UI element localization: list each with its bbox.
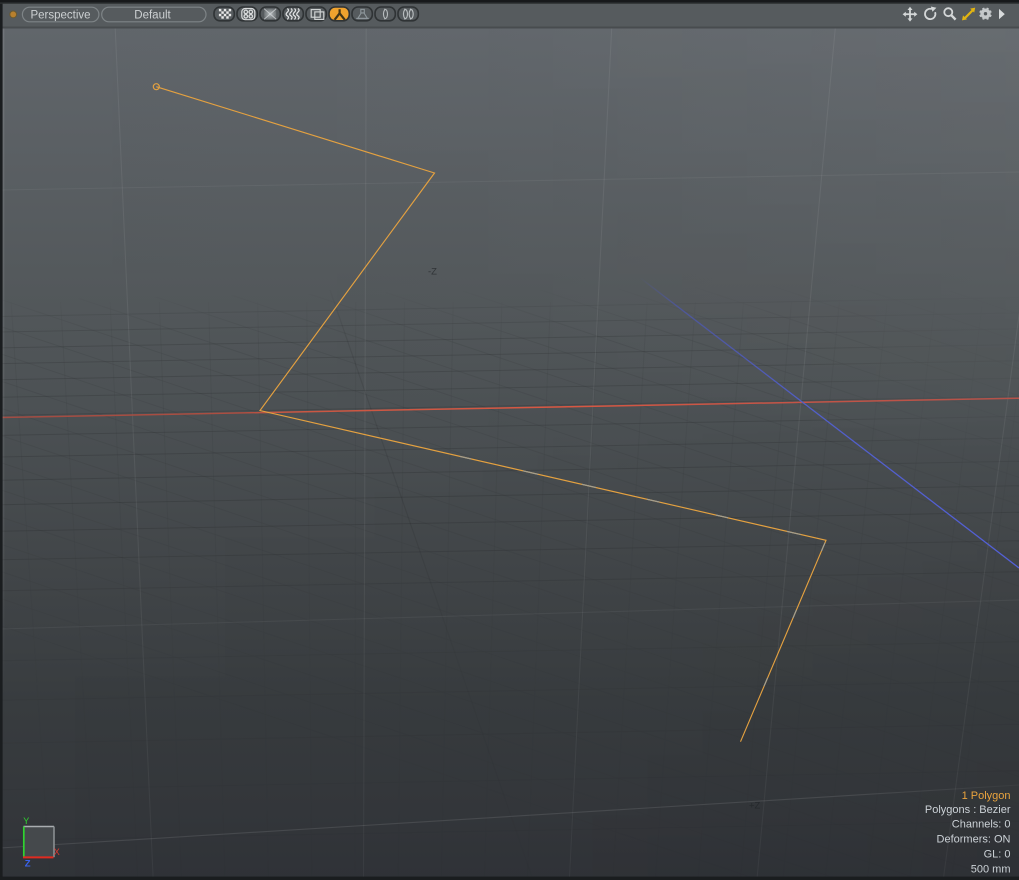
- svg-text:+Z: +Z: [749, 801, 761, 812]
- svg-text:Z: Z: [25, 859, 31, 870]
- svg-text:Channels: 0: Channels: 0: [952, 819, 1011, 831]
- svg-text:500 mm: 500 mm: [971, 863, 1011, 875]
- svg-text:Default: Default: [134, 10, 171, 22]
- svg-text:Polygons : Bezier: Polygons : Bezier: [925, 804, 1011, 816]
- svg-text:-Z: -Z: [428, 267, 437, 278]
- svg-text:Y: Y: [23, 816, 29, 826]
- svg-text:Deformers: ON: Deformers: ON: [937, 834, 1011, 846]
- svg-text:1 Polygon: 1 Polygon: [962, 790, 1011, 802]
- svg-text:GL: 0: GL: 0: [984, 849, 1011, 861]
- svg-text:X: X: [54, 847, 60, 857]
- svg-text:Perspective: Perspective: [30, 10, 90, 22]
